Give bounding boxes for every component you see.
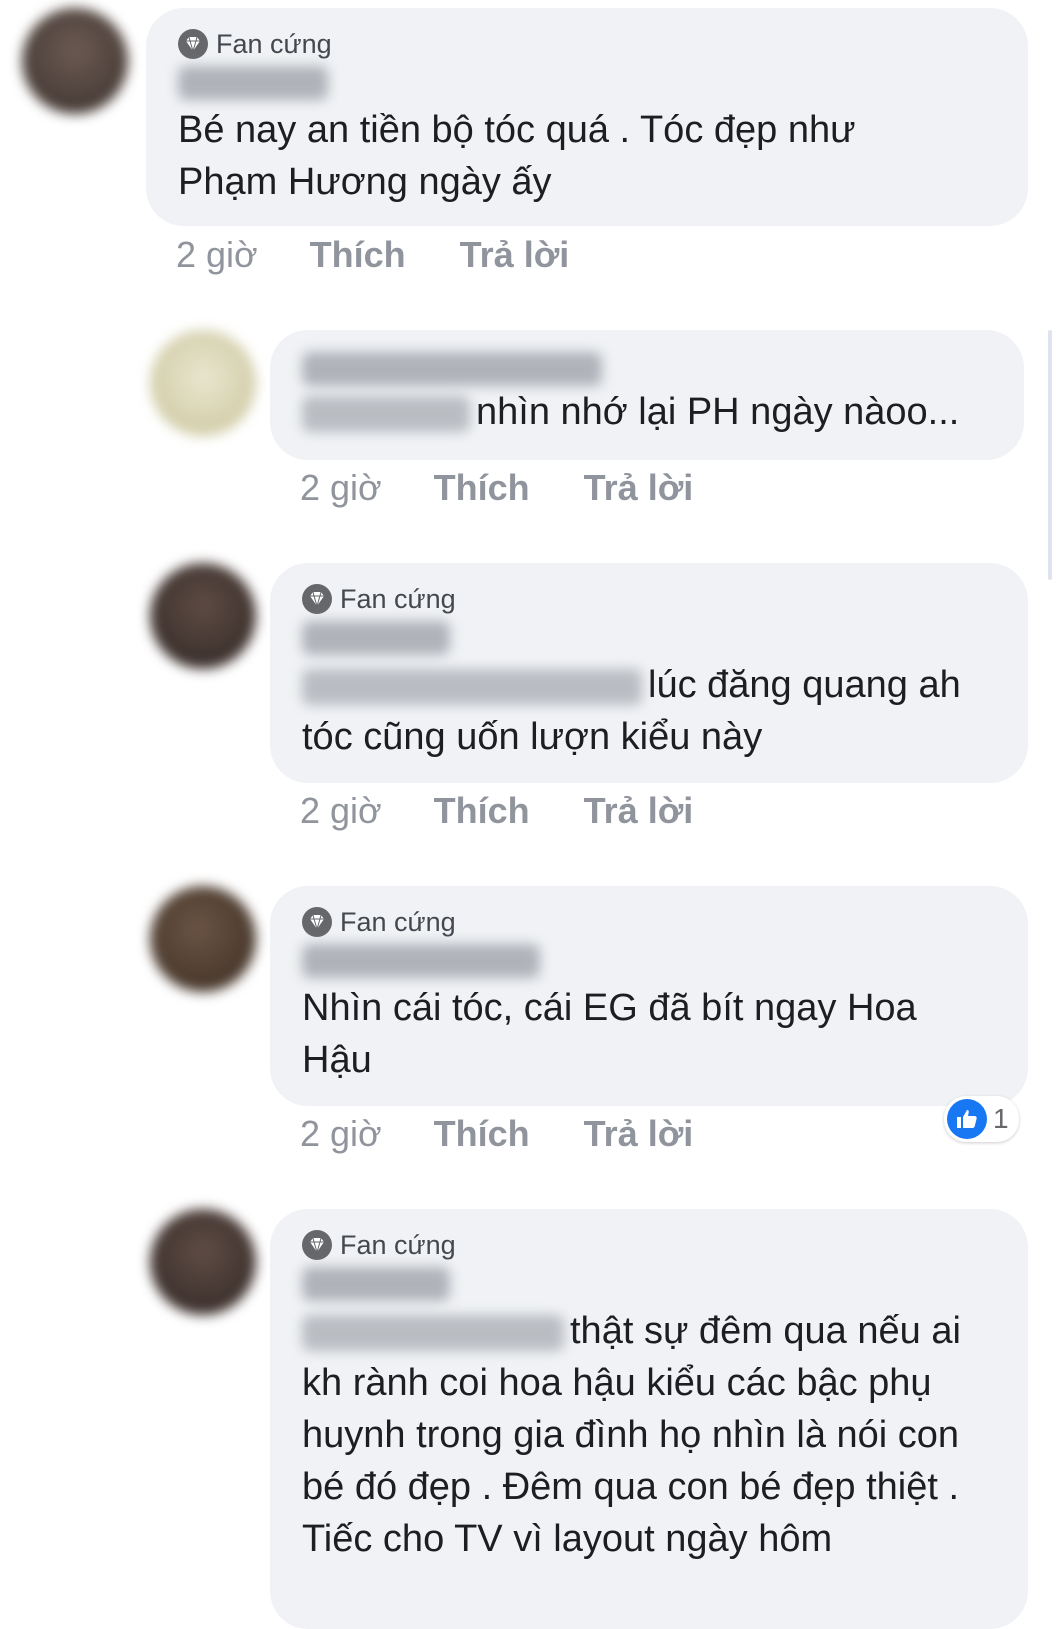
reply-button[interactable]: Trả lời [584, 1113, 694, 1155]
badge-label: Fan cứng [216, 28, 332, 59]
comment-actions: 2 giờ Thích Trả lời [176, 230, 569, 280]
fan-badge: Fan cứng [302, 1229, 1000, 1261]
comment-time[interactable]: 2 giờ [300, 1113, 382, 1155]
comment-time[interactable]: 2 giờ [300, 467, 382, 509]
comment-text-line2: tóc cũng uốn lượn kiểu này [302, 716, 763, 758]
diamond-icon [302, 584, 332, 614]
avatar[interactable] [150, 1209, 256, 1315]
mention-redacted[interactable] [302, 1314, 564, 1351]
comment-text-row: nhìn nhớ lại PH ngày nàoo... [302, 386, 996, 438]
scrollbar[interactable] [1048, 330, 1052, 580]
reaction-summary[interactable]: 1 [944, 1096, 1019, 1142]
author-name-redacted[interactable] [302, 621, 450, 655]
comment-actions: 2 giờ Thích Trả lời [300, 786, 693, 836]
like-button[interactable]: Thích [310, 234, 406, 276]
fan-badge: Fan cứng [178, 28, 1000, 60]
like-button[interactable]: Thích [434, 1113, 530, 1155]
like-button[interactable]: Thích [434, 467, 530, 509]
comment-bubble: nhìn nhớ lại PH ngày nàoo... [270, 330, 1024, 460]
comment-bubble: Fan cứng Bé nay an tiền bộ tóc quá . Tóc… [146, 8, 1028, 226]
fan-badge: Fan cứng [302, 583, 1000, 615]
reply-button[interactable]: Trả lời [460, 234, 570, 276]
diamond-icon [178, 29, 208, 59]
comment-text-line1: thật sự đêm qua nếu ai [570, 1310, 961, 1352]
comment-time[interactable]: 2 giờ [176, 234, 258, 276]
avatar[interactable] [150, 330, 256, 436]
diamond-icon [302, 1230, 332, 1260]
like-button[interactable]: Thích [434, 790, 530, 832]
comment-bubble: Fan cứng Nhìn cái tóc, cái EG đã bít nga… [270, 886, 1028, 1106]
comment-text: Bé nay an tiền bộ tóc quá . Tóc đẹp như … [178, 109, 856, 203]
badge-label: Fan cứng [340, 583, 456, 614]
comment-text-line1: lúc đăng quang ah [648, 664, 961, 706]
reaction-count: 1 [993, 1103, 1009, 1134]
author-name-redacted[interactable] [178, 66, 328, 100]
badge-label: Fan cứng [340, 1229, 456, 1260]
comment-text: nhìn nhớ lại PH ngày nàoo... [476, 391, 960, 433]
avatar[interactable] [150, 563, 256, 669]
reply-button[interactable]: Trả lời [584, 467, 694, 509]
comment-text-rest: kh rành coi hoa hậu kiểu các bậc phụ huy… [302, 1362, 960, 1560]
author-name-redacted[interactable] [302, 1267, 450, 1301]
comment-text: Nhìn cái tóc, cái EG đã bít ngay Hoa Hậu [302, 987, 917, 1081]
avatar[interactable] [22, 8, 128, 114]
author-name-redacted[interactable] [302, 944, 540, 978]
fan-badge: Fan cứng [302, 906, 1000, 938]
badge-label: Fan cứng [340, 906, 456, 937]
author-name-redacted[interactable] [302, 352, 602, 386]
comment-bubble: Fan cứng lúc đăng quang ah tóc cũng uốn … [270, 563, 1028, 783]
diamond-icon [302, 907, 332, 937]
comment-actions: 2 giờ Thích Trả lời [300, 1109, 693, 1159]
mention-redacted[interactable] [302, 395, 470, 432]
avatar[interactable] [150, 886, 256, 992]
comment-bubble: Fan cứng thật sự đêm qua nếu ai kh rành … [270, 1209, 1028, 1629]
comment-text-row: lúc đăng quang ah [302, 659, 1000, 711]
reply-button[interactable]: Trả lời [584, 790, 694, 832]
thumbs-up-icon [947, 1099, 987, 1139]
comment-time[interactable]: 2 giờ [300, 790, 382, 832]
mention-redacted[interactable] [302, 668, 642, 705]
comment-actions: 2 giờ Thích Trả lời [300, 463, 693, 513]
comment-text-row: thật sự đêm qua nếu ai [302, 1305, 1000, 1357]
